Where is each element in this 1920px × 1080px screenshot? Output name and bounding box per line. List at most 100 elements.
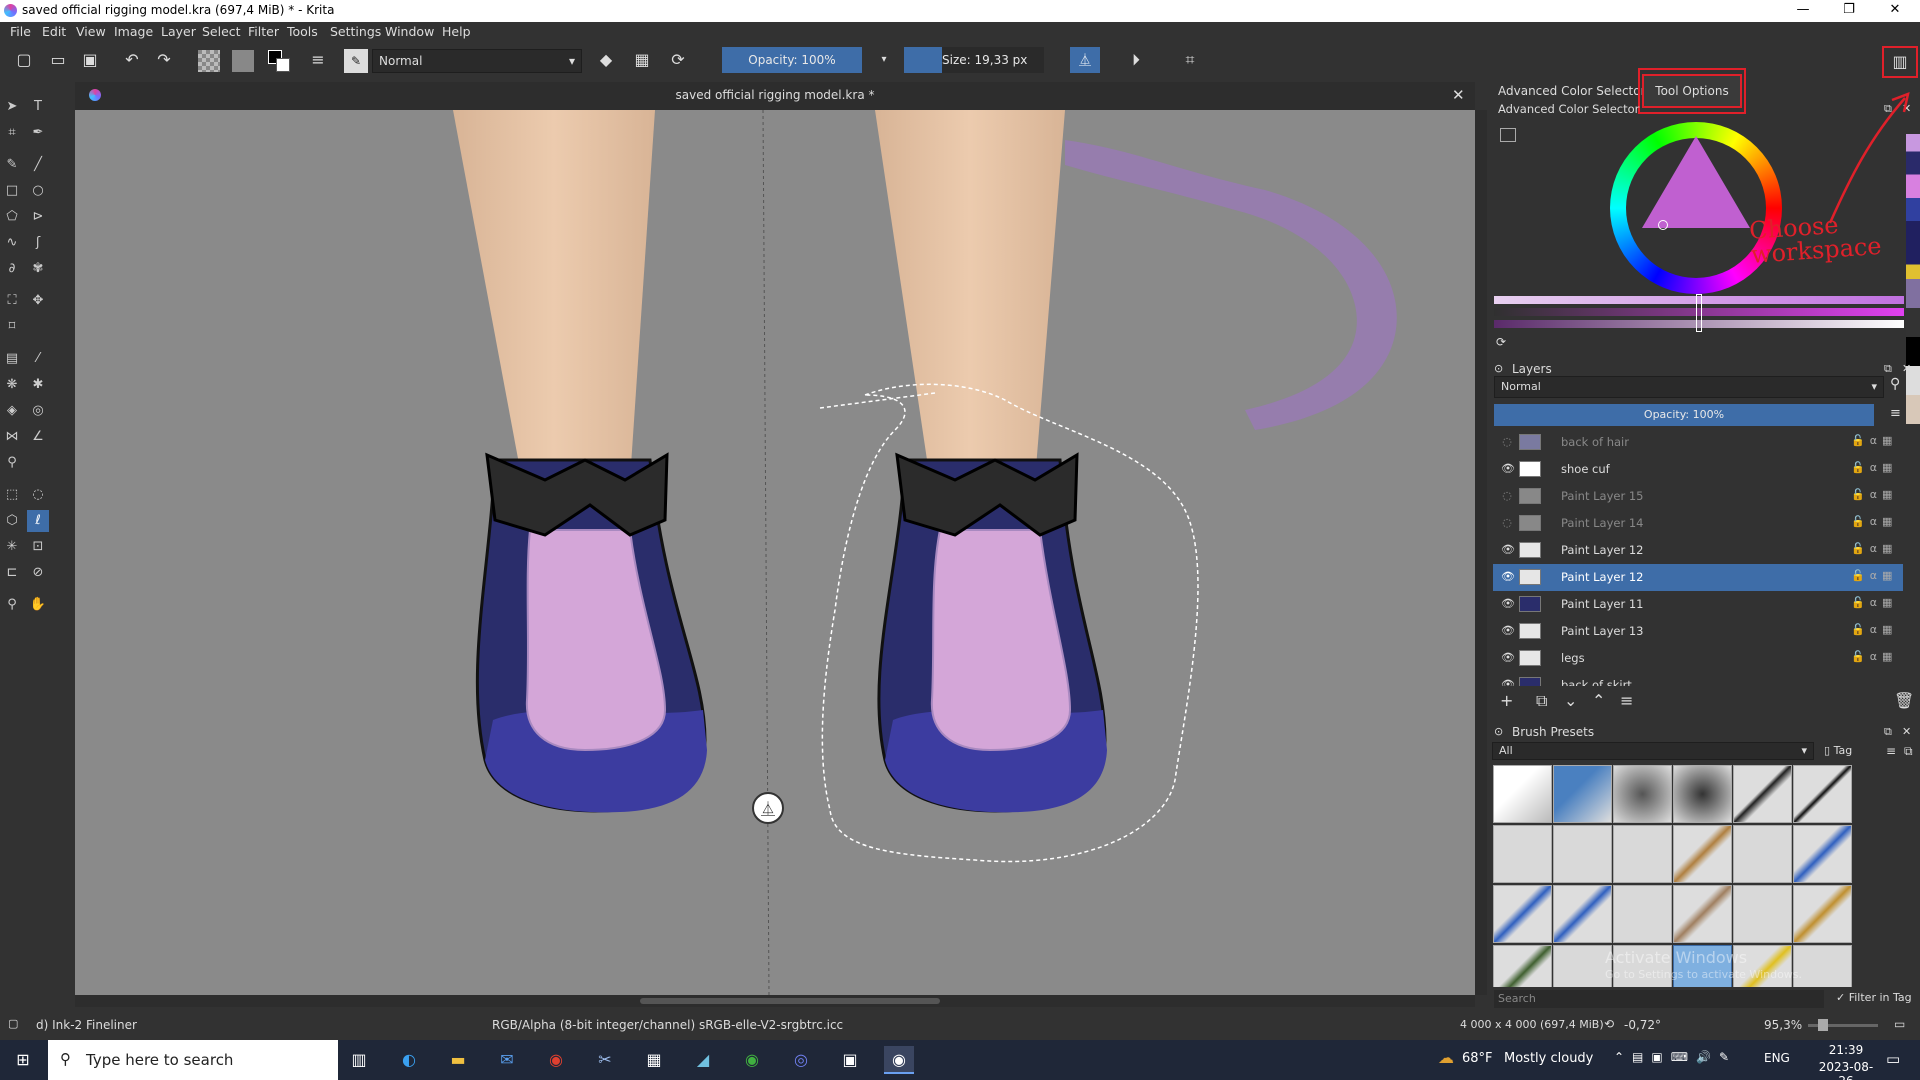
brush-preset-tile[interactable]: [1793, 765, 1852, 823]
filter-in-tag-checkbox[interactable]: ✓ Filter in Tag: [1836, 991, 1912, 1004]
brush-preset-tile[interactable]: [1673, 765, 1732, 823]
menu-layer[interactable]: Layer: [161, 24, 196, 39]
brush-preset-tile[interactable]: [1493, 885, 1552, 943]
opacity-dropdown-icon[interactable]: ▾: [872, 48, 896, 72]
colorize-mask-icon[interactable]: ❋: [1, 374, 23, 396]
wrap-around-icon[interactable]: ⌗: [1178, 48, 1202, 72]
layer-properties-icon[interactable]: ≡: [1620, 691, 1633, 710]
language-indicator[interactable]: ENG: [1764, 1051, 1790, 1065]
taskbar-search-box[interactable]: ⚲ Type here to search: [48, 1040, 338, 1080]
layer-row[interactable]: 👁 shoe cuf 🔓α▦: [1493, 456, 1903, 483]
edge-icon[interactable]: ◐: [394, 1046, 424, 1074]
color-triangle[interactable]: [1642, 136, 1750, 228]
choose-workspace-icon[interactable]: ▥: [1882, 46, 1918, 78]
menu-edit[interactable]: Edit: [42, 24, 66, 39]
rect-select-icon[interactable]: ⬚: [1, 484, 23, 506]
menu-settings[interactable]: Settings: [330, 24, 381, 39]
visibility-on-icon[interactable]: 👁: [1501, 679, 1515, 687]
color-picker-icon[interactable]: ⁄: [27, 348, 49, 370]
maximize-button[interactable]: ❐: [1826, 0, 1872, 22]
opacity-slider[interactable]: Opacity: 100%: [722, 47, 862, 73]
rotation-icon[interactable]: ⟲: [1604, 1017, 1614, 1031]
color-picker-cursor[interactable]: [1658, 220, 1668, 230]
layer-lock-icons[interactable]: 🔓α▦: [1851, 569, 1897, 582]
brush-preset-tile[interactable]: [1493, 945, 1552, 987]
similar-select-icon[interactable]: ⊡: [27, 536, 49, 558]
transform-tool-icon[interactable]: ⛶: [1, 290, 23, 312]
pan-tool-icon[interactable]: ✋: [27, 594, 49, 616]
clock-time[interactable]: 21:39: [1816, 1043, 1876, 1057]
delete-layer-icon[interactable]: 🗑: [1894, 691, 1914, 710]
ellipse-select-icon[interactable]: ◌: [27, 484, 49, 506]
horizontal-scrollbar[interactable]: [75, 995, 1475, 1007]
layer-row[interactable]: 👁 Paint Layer 12 🔓α▦: [1493, 537, 1903, 564]
layer-row[interactable]: 👁 back of skirt: [1493, 672, 1903, 686]
brush-preset-tile[interactable]: [1613, 765, 1672, 823]
open-folder-icon[interactable]: ▭: [46, 48, 70, 72]
save-icon[interactable]: ▣: [78, 48, 102, 72]
menu-tools[interactable]: Tools: [287, 24, 318, 39]
document-tab[interactable]: saved official rigging model.kra * ✕: [75, 82, 1475, 110]
menu-image[interactable]: Image: [114, 24, 153, 39]
layer-row[interactable]: ◌ back of hair 🔓α▦: [1493, 429, 1903, 456]
bezier-select-icon[interactable]: ⊏: [1, 562, 23, 584]
brush-preset-tile[interactable]: [1613, 825, 1672, 883]
add-layer-icon[interactable]: +: [1500, 691, 1513, 710]
brush-presets-settings-icon[interactable]: ⧉: [1904, 744, 1913, 759]
visibility-on-icon[interactable]: 👁: [1501, 571, 1515, 583]
brush-preset-icon[interactable]: ✎: [344, 49, 368, 73]
brush-preset-tile[interactable]: [1793, 825, 1852, 883]
brush-view-mode-icon[interactable]: ≡: [1886, 744, 1896, 758]
brush-preset-tile[interactable]: [1493, 765, 1552, 823]
undo-icon[interactable]: ↶: [120, 48, 144, 72]
reference-images-icon[interactable]: ⚲: [1, 452, 23, 474]
move-tool-icon[interactable]: ✥: [27, 290, 49, 312]
layer-lock-icons[interactable]: 🔓α▦: [1851, 515, 1897, 528]
visibility-off-icon[interactable]: ◌: [1501, 517, 1513, 529]
layers-close-icon[interactable]: ✕: [1902, 362, 1911, 375]
visibility-on-icon[interactable]: 👁: [1501, 544, 1515, 556]
calculator-icon[interactable]: ▦: [639, 1046, 669, 1074]
polygon-select-icon[interactable]: ⬡: [1, 510, 23, 532]
mail-icon[interactable]: ✉: [492, 1046, 522, 1074]
blend-mode-select[interactable]: Normal ▾: [372, 49, 582, 73]
menu-file[interactable]: File: [10, 24, 31, 39]
layer-menu-icon[interactable]: ≡: [1890, 406, 1901, 421]
preserve-alpha-icon[interactable]: ▦: [630, 48, 654, 72]
visibility-off-icon[interactable]: ◌: [1501, 436, 1513, 448]
tab-advanced-color-selector[interactable]: Advanced Color Selector: [1498, 84, 1646, 98]
eraser-icon[interactable]: ◆: [594, 48, 618, 72]
discord-icon[interactable]: ◎: [786, 1046, 816, 1074]
brush-presets-close-icon[interactable]: ✕: [1902, 725, 1911, 738]
reload-preset-icon[interactable]: ⟳: [666, 48, 690, 72]
clock-date[interactable]: 2023-08-26: [1812, 1060, 1880, 1080]
new-document-icon[interactable]: ▢: [12, 48, 36, 72]
move-down-icon[interactable]: ⌄: [1564, 691, 1577, 710]
move-up-icon[interactable]: ⌃: [1592, 691, 1605, 710]
layer-row[interactable]: 👁 Paint Layer 11 🔓α▦: [1493, 591, 1903, 618]
canvas-only-icon[interactable]: ▭: [1894, 1017, 1905, 1031]
windows-start-icon[interactable]: ⊞: [8, 1046, 38, 1074]
background-color-icon[interactable]: [276, 58, 290, 72]
layer-lock-icons[interactable]: 🔓α▦: [1851, 542, 1897, 555]
layer-lock-icons[interactable]: 🔓α▦: [1851, 434, 1897, 447]
visibility-on-icon[interactable]: 👁: [1501, 598, 1515, 610]
multibrush-icon[interactable]: ✾: [27, 258, 49, 280]
tab-tool-options[interactable]: Tool Options: [1642, 74, 1742, 108]
layer-lock-icons[interactable]: 🔓α▦: [1851, 461, 1897, 474]
krita-taskbar-icon[interactable]: ◉: [884, 1046, 914, 1074]
menu-view[interactable]: View: [76, 24, 106, 39]
brush-preset-tile[interactable]: [1793, 885, 1852, 943]
menu-help[interactable]: Help: [442, 24, 471, 39]
brush-preset-tile[interactable]: [1553, 885, 1612, 943]
polyline-tool-icon[interactable]: ⊳: [27, 206, 49, 228]
polygon-tool-icon[interactable]: ⬠: [1, 206, 23, 228]
ellipse-tool-icon[interactable]: ○: [27, 180, 49, 202]
file-explorer-icon[interactable]: ▬: [443, 1046, 473, 1074]
freehand-select-icon[interactable]: ℓ: [27, 510, 49, 532]
brush-settings-icon[interactable]: ≡: [306, 48, 330, 72]
visibility-on-icon[interactable]: 👁: [1501, 625, 1515, 637]
close-document-icon[interactable]: ✕: [1452, 86, 1465, 104]
gradient-tool-icon[interactable]: ▤: [1, 348, 23, 370]
visibility-off-icon[interactable]: ◌: [1501, 490, 1513, 502]
